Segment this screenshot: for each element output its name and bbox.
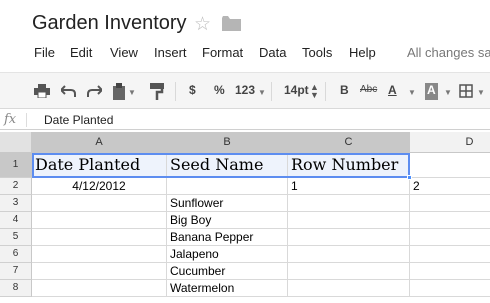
cell-c2[interactable]: 1 — [288, 178, 410, 195]
borders-caret-icon[interactable]: ▼ — [477, 88, 485, 105]
strikethrough-button[interactable]: Abc — [360, 84, 377, 101]
cell-a7[interactable] — [32, 263, 167, 280]
toolbar-divider — [325, 82, 326, 101]
toolbar-divider — [175, 82, 176, 101]
toolbar: ▼ $ % 123 ▼ 14pt ▲ ▼ B Abc A ▼ A ▼ ▼ — [0, 72, 490, 109]
save-status: All changes sa — [407, 45, 490, 60]
cell-b8[interactable]: Watermelon — [167, 280, 288, 297]
menu-format[interactable]: Format — [202, 45, 243, 60]
fill-color-caret-icon[interactable]: ▼ — [444, 88, 452, 105]
cell-c1[interactable]: Row Number — [288, 153, 410, 178]
fill-color-button[interactable]: A — [425, 83, 438, 100]
column-header-b[interactable]: B — [167, 132, 288, 153]
menu-view[interactable]: View — [110, 45, 138, 60]
cell-b6[interactable]: Jalapeno — [167, 246, 288, 263]
menu-data[interactable]: Data — [259, 45, 286, 60]
cell-d3[interactable] — [410, 195, 490, 212]
cell-d5[interactable] — [410, 229, 490, 246]
cell-c8[interactable] — [288, 280, 410, 297]
cell-d8[interactable] — [410, 280, 490, 297]
row-header-4[interactable]: 4 — [0, 212, 32, 229]
formula-bar: fx Date Planted — [0, 110, 490, 130]
spreadsheet-grid: A B C D 1 2 3 4 5 6 7 8 Date Planted See… — [0, 132, 490, 303]
select-all-corner[interactable] — [0, 132, 32, 153]
cell-d2[interactable]: 2 — [410, 178, 490, 195]
menu-help[interactable]: Help — [349, 45, 376, 60]
row-header-7[interactable]: 7 — [0, 263, 32, 280]
menu-insert[interactable]: Insert — [154, 45, 187, 60]
cell-c7[interactable] — [288, 263, 410, 280]
row-header-3[interactable]: 3 — [0, 195, 32, 212]
menu-edit[interactable]: Edit — [70, 45, 92, 60]
cell-b2[interactable] — [167, 178, 288, 195]
row-header-6[interactable]: 6 — [0, 246, 32, 263]
cell-c5[interactable] — [288, 229, 410, 246]
cell-a4[interactable] — [32, 212, 167, 229]
row-header-5[interactable]: 5 — [0, 229, 32, 246]
formula-divider — [26, 113, 27, 127]
cell-b3[interactable]: Sunflower — [167, 195, 288, 212]
cell-a6[interactable] — [32, 246, 167, 263]
cell-d4[interactable] — [410, 212, 490, 229]
percent-button[interactable]: % — [214, 83, 225, 100]
cell-a8[interactable] — [32, 280, 167, 297]
undo-icon[interactable] — [61, 84, 76, 98]
cell-d7[interactable] — [410, 263, 490, 280]
cell-b1[interactable]: Seed Name — [167, 153, 288, 178]
fill-handle[interactable] — [407, 175, 412, 180]
number-format-button[interactable]: 123 — [235, 83, 255, 100]
print-icon[interactable] — [34, 84, 50, 98]
paste-caret-icon[interactable]: ▼ — [128, 88, 136, 105]
clipboard-icon[interactable] — [112, 83, 126, 100]
cell-a1[interactable]: Date Planted — [32, 153, 167, 178]
text-color-button[interactable]: A — [388, 83, 397, 100]
number-format-caret-icon[interactable]: ▼ — [258, 88, 266, 105]
cell-b7[interactable]: Cucumber — [167, 263, 288, 280]
cell-b4[interactable]: Big Boy — [167, 212, 288, 229]
toolbar-divider — [271, 82, 272, 101]
borders-icon[interactable] — [459, 84, 473, 98]
cell-b5[interactable]: Banana Pepper — [167, 229, 288, 246]
currency-button[interactable]: $ — [189, 83, 196, 100]
cell-d6[interactable] — [410, 246, 490, 263]
cell-a5[interactable] — [32, 229, 167, 246]
formula-input[interactable]: Date Planted — [44, 113, 113, 127]
document-title[interactable]: Garden Inventory — [32, 12, 187, 35]
fx-icon: fx — [4, 112, 17, 127]
cell-a2[interactable]: 4/12/2012 — [32, 178, 167, 195]
redo-icon[interactable] — [87, 84, 102, 98]
bold-button[interactable]: B — [340, 83, 349, 100]
row-header-8[interactable]: 8 — [0, 280, 32, 297]
cell-a3[interactable] — [32, 195, 167, 212]
star-icon[interactable]: ☆ — [194, 13, 211, 36]
cell-c6[interactable] — [288, 246, 410, 263]
paint-format-icon[interactable] — [150, 83, 164, 100]
column-header-a[interactable]: A — [32, 132, 167, 153]
menu-file[interactable]: File — [34, 45, 55, 60]
cell-c4[interactable] — [288, 212, 410, 229]
font-size-select[interactable]: 14pt — [284, 83, 309, 100]
column-header-c[interactable]: C — [288, 132, 410, 153]
menu-tools[interactable]: Tools — [302, 45, 332, 60]
font-size-stepper-icon[interactable]: ▲ ▼ — [310, 83, 319, 100]
folder-icon[interactable] — [222, 16, 241, 31]
row-header-2[interactable]: 2 — [0, 178, 32, 195]
row-header-1[interactable]: 1 — [0, 153, 32, 178]
column-header-d[interactable]: D — [410, 132, 490, 153]
cell-c3[interactable] — [288, 195, 410, 212]
cell-d1[interactable] — [410, 153, 490, 178]
text-color-caret-icon[interactable]: ▼ — [408, 88, 416, 105]
